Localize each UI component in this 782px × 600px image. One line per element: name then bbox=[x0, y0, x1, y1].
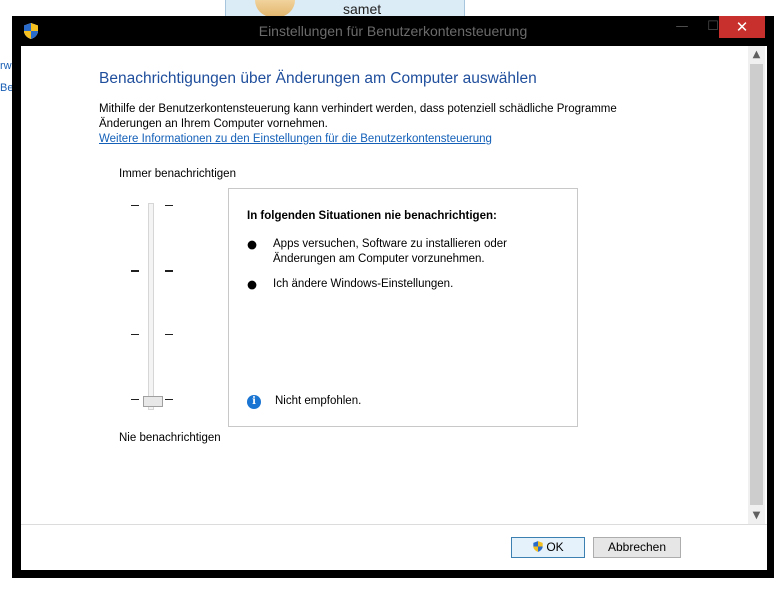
scrollbar-thumb[interactable] bbox=[750, 64, 763, 505]
description-line: Änderungen an Ihrem Computer vornehmen. bbox=[99, 118, 328, 130]
button-bar: OK Abbrechen bbox=[21, 524, 767, 570]
slider-bottom-label: Nie benachrichtigen bbox=[119, 432, 221, 444]
slider-top-label: Immer benachrichtigen bbox=[119, 168, 236, 180]
uac-settings-window: Einstellungen für Benutzerkontensteuerun… bbox=[12, 16, 774, 578]
content-panel: Benachrichtigungen über Änderungen am Co… bbox=[21, 46, 747, 524]
slider-tick bbox=[165, 399, 173, 400]
more-info-link[interactable]: Weitere Informationen zu den Einstellung… bbox=[99, 133, 492, 145]
slider-tick bbox=[131, 205, 139, 206]
description-line: Mithilfe der Benutzerkontensteuerung kan… bbox=[99, 103, 617, 115]
cancel-button[interactable]: Abbrechen bbox=[593, 537, 681, 558]
slider-tick bbox=[131, 399, 139, 400]
bullet-icon: ● bbox=[247, 277, 258, 291]
slider-tick bbox=[131, 270, 139, 272]
scroll-down-icon[interactable]: ▼ bbox=[748, 507, 765, 524]
description: Mithilfe der Benutzerkontensteuerung kan… bbox=[99, 102, 659, 132]
setting-description-box: In folgenden Situationen nie benachricht… bbox=[228, 188, 578, 427]
background-side-text: rw bbox=[0, 60, 12, 72]
bullet-text: Ich ändere Windows-Einstellungen. bbox=[273, 278, 454, 290]
slider-tick bbox=[165, 205, 173, 206]
slider-thumb[interactable] bbox=[143, 396, 163, 407]
minimize-button[interactable]: — bbox=[667, 16, 697, 38]
recommendation-note: Nicht empfohlen. bbox=[275, 395, 362, 407]
page-heading: Benachrichtigungen über Änderungen am Co… bbox=[99, 70, 537, 87]
slider-tick bbox=[165, 270, 173, 272]
background-username: samet bbox=[343, 1, 382, 17]
close-button[interactable]: ✕ bbox=[719, 16, 765, 38]
window-client-area: Benachrichtigungen über Änderungen am Co… bbox=[21, 46, 767, 570]
ok-button-label: OK bbox=[546, 540, 564, 554]
bullet-text: Apps versuchen, Software zu installieren… bbox=[273, 238, 507, 265]
slider-tick bbox=[131, 334, 139, 335]
vertical-scrollbar[interactable]: ▲ ▼ bbox=[748, 46, 765, 524]
bullet-icon: ● bbox=[247, 237, 258, 251]
slider-tick bbox=[165, 334, 173, 335]
info-title: In folgenden Situationen nie benachricht… bbox=[247, 210, 497, 222]
window-title: Einstellungen für Benutzerkontensteuerun… bbox=[258, 23, 528, 39]
title-bar[interactable]: Einstellungen für Benutzerkontensteuerun… bbox=[12, 16, 774, 46]
uac-shield-icon bbox=[533, 541, 543, 552]
slider-track[interactable] bbox=[148, 203, 154, 410]
info-icon: i bbox=[247, 395, 261, 409]
notification-level-slider[interactable] bbox=[129, 203, 177, 453]
scroll-up-icon[interactable]: ▲ bbox=[748, 46, 765, 63]
ok-button[interactable]: OK bbox=[511, 537, 585, 558]
